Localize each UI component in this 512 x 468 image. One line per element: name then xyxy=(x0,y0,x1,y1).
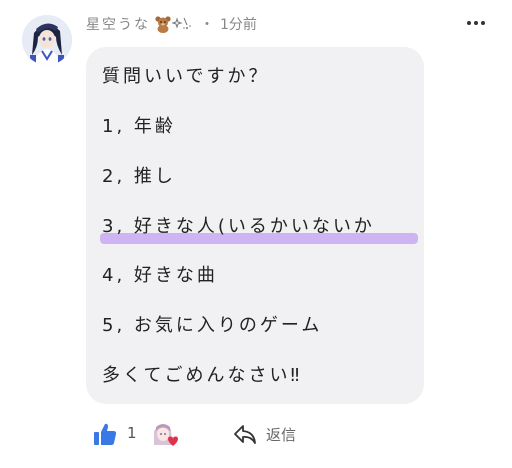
reply-button[interactable]: 返信 xyxy=(266,424,296,445)
username[interactable]: 星空うな xyxy=(86,14,150,34)
comment-line: 1, 年齢 xyxy=(102,116,176,137)
sparkle-icon xyxy=(172,17,191,29)
comment-line: 多くてごめんなさい‼︎ xyxy=(102,365,303,386)
comment-line-highlighted: 3, 好きな人(いるかいないか xyxy=(102,216,375,237)
more-options-icon[interactable] xyxy=(466,16,486,30)
avatar[interactable] xyxy=(22,15,72,65)
like-count: 1 xyxy=(127,424,137,442)
comment-line: 4, 好きな曲 xyxy=(102,265,218,286)
reply-icon[interactable] xyxy=(233,423,257,445)
teddy-bear-icon xyxy=(155,16,171,33)
liker-avatar[interactable] xyxy=(148,419,178,449)
comment-card: 星空うな ・ 1分前 質問いいですか？ 1, 年齢 2, 推し 3, 好きな人(… xyxy=(0,0,512,468)
timestamp: 1分前 xyxy=(220,17,257,33)
comment-line: 5, お気に入りのゲーム xyxy=(102,315,323,336)
username-decoration xyxy=(154,15,192,33)
comment-header: 星空うな ・ 1分前 xyxy=(86,13,257,35)
thumbs-up-icon[interactable] xyxy=(93,422,117,446)
comment-line: 2, 推し xyxy=(102,166,176,187)
header-separator: ・ xyxy=(200,17,214,33)
comment-line: 質問いいですか？ xyxy=(102,66,270,87)
